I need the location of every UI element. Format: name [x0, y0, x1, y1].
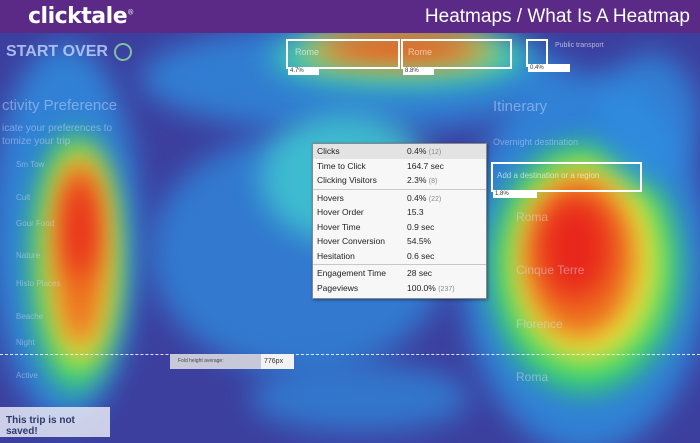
- refresh-icon: [113, 43, 132, 61]
- stats-label: Hovers: [317, 192, 344, 203]
- destination-cinque-terre[interactable]: Cinque Terre: [516, 263, 584, 277]
- destination-florence[interactable]: Florence: [516, 317, 563, 331]
- highlight-pct-add-destination: 1.8%: [493, 190, 537, 198]
- stats-value: 0.4% (22): [407, 191, 486, 206]
- itinerary-heading: Itinerary: [493, 98, 548, 115]
- highlight-pct-transport: 0.4%: [528, 64, 570, 72]
- stats-value: 164.7 sec: [407, 159, 486, 174]
- stats-row: Clicking Visitors 2.3% (8): [313, 173, 486, 188]
- fold-line: [0, 354, 700, 355]
- heatmap-stage: START OVER ctivity Preference icate your…: [0, 33, 700, 443]
- destination-roma[interactable]: Roma: [516, 210, 548, 224]
- stats-row: Clicks 0.4% (12): [313, 144, 486, 159]
- highlight-text-rome-1: Rome: [295, 47, 320, 57]
- transport-select-text: Public transport: [555, 42, 604, 49]
- stats-value: 0.4% (12): [407, 144, 486, 159]
- stats-value: 100.0% (237): [407, 281, 486, 296]
- stats-label: Hesitation: [317, 250, 355, 261]
- stats-value-text: 0.4%: [407, 192, 427, 203]
- stats-value-text: 2.3%: [407, 175, 427, 185]
- stats-value: 2.3% (8): [407, 173, 486, 188]
- stats-value-text: 0.4%: [407, 146, 427, 156]
- pref-item-historic[interactable]: Histo Places: [16, 279, 60, 288]
- stats-value: 0.6 sec: [407, 249, 486, 264]
- stats-value-text: 15.3: [407, 207, 424, 217]
- stats-value-text: 0.6 sec: [407, 250, 435, 261]
- pref-item-food[interactable]: Gour Food: [16, 219, 54, 228]
- stats-row: Hover Conversion 54.5%: [313, 234, 486, 249]
- fold-height-value: 776px: [261, 354, 294, 369]
- stats-label: Hover Time: [317, 221, 361, 232]
- stats-row: Pageviews 100.0% (237): [313, 281, 486, 296]
- add-destination-text: Add a destination or a region: [497, 171, 600, 180]
- stats-value: 28 sec: [407, 266, 486, 281]
- stats-value-text: 54.5%: [407, 236, 432, 246]
- stats-row: Hesitation 0.6 sec: [313, 249, 486, 264]
- page-title: Heatmaps / What Is A Heatmap: [424, 5, 690, 27]
- stats-separator: [313, 264, 486, 265]
- pref-item-night[interactable]: Night: [16, 338, 35, 347]
- highlight-text-rome-2: Rome: [408, 47, 433, 57]
- preferences-subtext-2: tomize your trip: [2, 136, 71, 147]
- activity-preferences-heading: ctivity Preference: [2, 97, 118, 114]
- pref-item-towns[interactable]: Sm Tow: [16, 160, 44, 169]
- stats-value-text: 164.7 sec: [407, 160, 444, 171]
- stats-count: (8): [428, 178, 438, 185]
- stats-row: Hover Order 15.3: [313, 205, 486, 220]
- stats-label: Clicking Visitors: [317, 175, 377, 185]
- stats-value-text: 100.0%: [407, 282, 436, 293]
- stats-value: 54.5%: [407, 234, 486, 249]
- stats-row: Hover Time 0.9 sec: [313, 220, 486, 235]
- fold-height-label: Fold height average:: [170, 354, 261, 369]
- stats-count: (237): [438, 285, 455, 293]
- preferences-subtext: icate your preferences to: [2, 123, 113, 134]
- stats-label: Clicks: [317, 146, 340, 156]
- stats-row: Time to Click 164.7 sec: [313, 159, 486, 174]
- stats-row: Hovers 0.4% (22): [313, 191, 486, 206]
- stats-value: 15.3: [407, 205, 486, 220]
- highlight-box-transport[interactable]: [526, 39, 548, 67]
- element-stats-panel: Clicks 0.4% (12) Time to Click 164.7 sec Cli…: [312, 143, 487, 299]
- pref-item-culture[interactable]: Cult: [16, 193, 30, 202]
- trip-not-saved-notice: This trip is not saved!: [0, 407, 110, 437]
- highlight-pct-rome-1: 4.7%: [288, 67, 319, 75]
- stats-label: Hover Conversion: [317, 236, 386, 246]
- clicktale-logo: clicktale®: [28, 4, 134, 29]
- pref-item-nature[interactable]: Nature: [16, 251, 40, 260]
- stats-row: Engagement Time 28 sec: [313, 266, 486, 281]
- stats-value-text: 0.9 sec: [407, 221, 435, 232]
- start-over-button[interactable]: START OVER: [6, 43, 132, 61]
- stats-separator: [313, 188, 486, 190]
- stats-count: (12): [428, 149, 442, 156]
- pref-item-active[interactable]: Active: [16, 371, 38, 380]
- stats-value-text: 28 sec: [407, 268, 433, 278]
- stats-count: (22): [428, 195, 442, 203]
- highlight-pct-rome-2: 8.8%: [403, 67, 434, 75]
- stats-label: Pageviews: [317, 282, 359, 293]
- stats-label: Hover Order: [317, 207, 364, 217]
- stats-label: Time to Click: [317, 160, 366, 171]
- pref-item-beaches[interactable]: Beache: [16, 312, 43, 321]
- destination-roma-2[interactable]: Roma: [516, 370, 548, 384]
- app-header: clicktale® Heatmaps / What Is A Heatmap: [0, 0, 700, 33]
- stats-value: 0.9 sec: [407, 220, 486, 235]
- overnight-label: Overnight destination: [493, 137, 579, 147]
- stats-label: Engagement Time: [317, 268, 386, 278]
